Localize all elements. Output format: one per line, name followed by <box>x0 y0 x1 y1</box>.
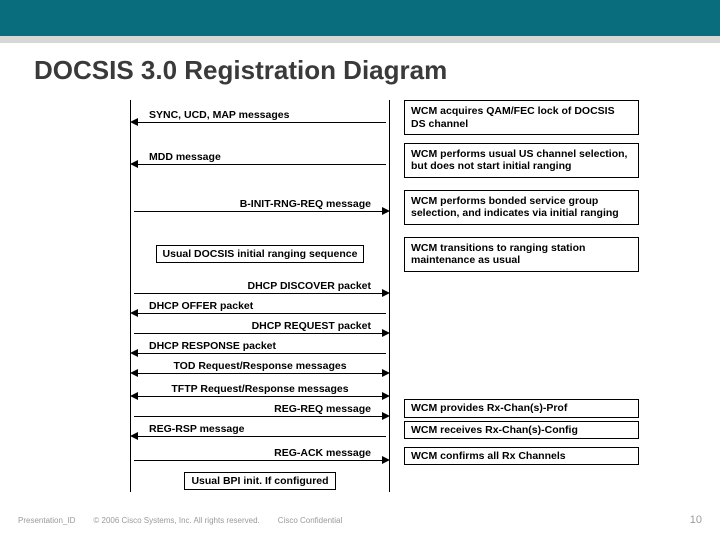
note-box: WCM confirms all Rx Channels <box>404 447 639 466</box>
message-arrow: B-INIT-RNG-REQ message <box>130 197 390 217</box>
message-label: B-INIT-RNG-REQ message <box>237 198 374 210</box>
note-box: WCM acquires QAM/FEC lock of DOCSIS DS c… <box>404 100 639 135</box>
message-label: MDD message <box>146 151 224 163</box>
boxed-step-label: Usual BPI init. If configured <box>184 472 335 490</box>
message-arrow: REG-ACK message <box>130 446 390 466</box>
message-label: REG-REQ message <box>271 403 374 415</box>
header-band <box>0 0 720 36</box>
message-label: SYNC, UCD, MAP messages <box>146 109 292 121</box>
presentation-id: Presentation_ID <box>18 516 75 525</box>
footer: Presentation_ID © 2006 Cisco Systems, In… <box>18 514 702 526</box>
message-arrow: TOD Request/Response messages <box>130 359 390 379</box>
message-label: TOD Request/Response messages <box>146 360 374 372</box>
message-label: DHCP REQUEST packet <box>249 320 374 332</box>
message-label: REG-ACK message <box>271 447 374 459</box>
note-box: WCM transitions to ranging station maint… <box>404 237 639 272</box>
message-label: DHCP RESPONSE packet <box>146 340 279 352</box>
message-label: TFTP Request/Response messages <box>146 383 374 395</box>
message-arrow: DHCP REQUEST packet <box>130 319 390 339</box>
copyright: © 2006 Cisco Systems, Inc. All rights re… <box>93 516 259 525</box>
message-label: DHCP DISCOVER packet <box>244 280 374 292</box>
note-box: WCM provides Rx-Chan(s)-Prof <box>404 399 639 418</box>
boxed-step-label: Usual DOCSIS initial ranging sequence <box>156 245 365 263</box>
message-arrow: DHCP OFFER packet <box>130 299 390 319</box>
note-box: WCM receives Rx-Chan(s)-Config <box>404 421 639 440</box>
diagram-area: SYNC, UCD, MAP messages WCM acquires QAM… <box>130 100 690 495</box>
message-label: REG-RSP message <box>146 423 248 435</box>
confidential-label: Cisco Confidential <box>278 516 342 525</box>
boxed-step: Usual DOCSIS initial ranging sequence <box>130 243 390 265</box>
message-label: DHCP OFFER packet <box>146 300 256 312</box>
page-number: 10 <box>690 514 702 526</box>
message-arrow: SYNC, UCD, MAP messages <box>130 108 390 128</box>
message-arrow: REG-RSP message <box>130 422 390 442</box>
message-arrow: DHCP RESPONSE packet <box>130 339 390 359</box>
message-arrow: REG-REQ message <box>130 402 390 422</box>
message-arrow: TFTP Request/Response messages <box>130 382 390 402</box>
boxed-step: Usual BPI init. If configured <box>130 470 390 492</box>
note-box: WCM performs bonded service group select… <box>404 190 639 225</box>
slide-title: DOCSIS 3.0 Registration Diagram <box>34 55 447 86</box>
header-stripe <box>0 36 720 43</box>
message-arrow: MDD message <box>130 150 390 170</box>
note-box: WCM performs usual US channel selection,… <box>404 143 639 178</box>
message-arrow: DHCP DISCOVER packet <box>130 279 390 299</box>
